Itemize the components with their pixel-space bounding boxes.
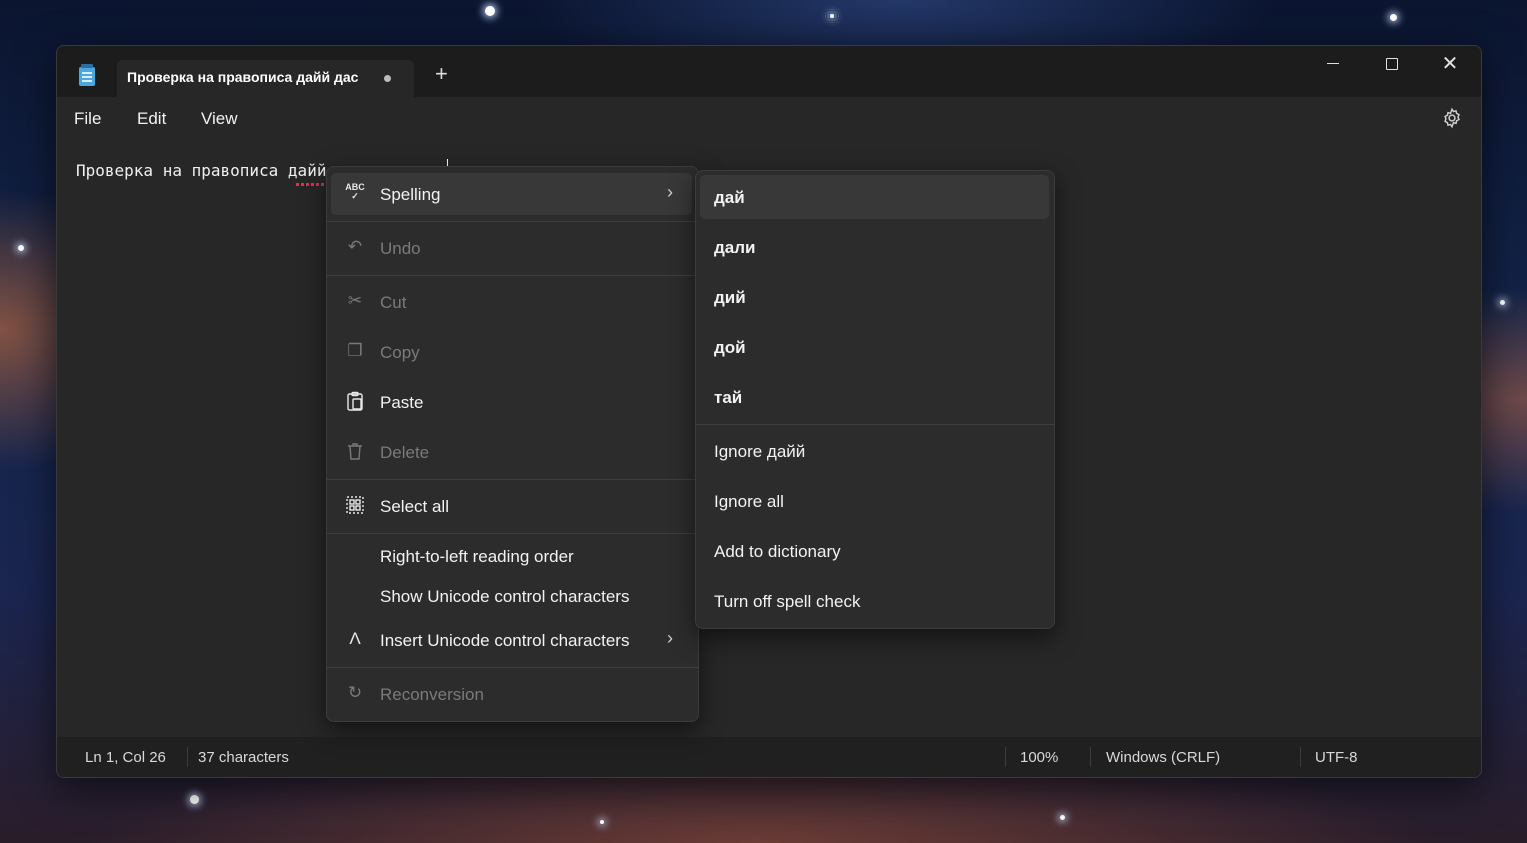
menu-item-show-unicode[interactable]: Show Unicode control characters <box>331 575 692 615</box>
suggestion-item[interactable]: тай <box>700 375 1049 419</box>
menu-label: Ignore all <box>714 492 784 511</box>
star <box>190 795 199 804</box>
trash-icon <box>348 443 362 460</box>
menu-label: Ignore дайй <box>714 442 806 461</box>
menu-file[interactable]: File <box>74 109 101 129</box>
star <box>1060 815 1065 820</box>
select-all-icon <box>346 496 364 514</box>
chevron-right-icon: › <box>667 182 673 202</box>
status-bar: Ln 1, Col 26 37 characters 100% Windows … <box>57 737 1481 777</box>
menu-separator <box>327 479 698 480</box>
title-bar: Проверка на правописа дайй дас + ✕ <box>57 46 1481 97</box>
menu-label: Undo <box>380 239 421 258</box>
menu-item-delete[interactable]: Delete <box>331 431 692 473</box>
menu-edit[interactable]: Edit <box>137 109 166 129</box>
menu-item-rtl-reading-order[interactable]: Right-to-left reading order <box>331 535 692 575</box>
star <box>600 820 604 824</box>
spelling-error-underline <box>296 183 328 186</box>
minimize-button[interactable] <box>1310 54 1356 80</box>
menu-item-paste[interactable]: Paste <box>331 381 692 423</box>
star <box>485 6 495 16</box>
suggestion-label: дай <box>714 188 745 207</box>
menu-label: Reconversion <box>380 685 484 704</box>
status-divider <box>1300 747 1301 767</box>
tab-document[interactable]: Проверка на правописа дайй дас <box>117 60 414 97</box>
star <box>1500 300 1505 305</box>
star <box>18 245 24 251</box>
ignore-word-item[interactable]: Ignore дайй <box>700 429 1049 473</box>
chevron-right-icon: › <box>667 628 673 648</box>
menu-item-insert-unicode[interactable]: Λ Insert Unicode control characters › <box>331 619 692 661</box>
status-characters: 37 characters <box>198 749 289 766</box>
menu-item-select-all[interactable]: Select all <box>331 485 692 527</box>
menu-bar: File Edit View <box>57 97 1481 137</box>
menu-label: Delete <box>380 443 430 462</box>
menu-separator <box>327 275 698 276</box>
status-encoding[interactable]: UTF-8 <box>1315 749 1358 766</box>
suggestion-item[interactable]: дай <box>700 175 1049 219</box>
caret-symbol-icon: Λ <box>349 629 361 648</box>
suggestion-label: тай <box>714 388 743 407</box>
spellcheck-icon-text: ABC <box>345 182 365 192</box>
menu-item-copy[interactable]: ❐ Copy <box>331 331 692 373</box>
status-divider <box>187 747 188 767</box>
suggestion-item[interactable]: дали <box>700 225 1049 269</box>
menu-item-reconversion[interactable]: ↻ Reconversion <box>331 673 692 715</box>
menu-label: Show Unicode control characters <box>380 587 630 606</box>
new-tab-button[interactable]: + <box>435 63 448 85</box>
notepad-app-icon <box>79 64 95 86</box>
suggestion-item[interactable]: дий <box>700 275 1049 319</box>
menu-label: Spelling <box>380 185 441 204</box>
reconversion-icon: ↻ <box>347 683 363 702</box>
menu-label: Select all <box>380 497 449 516</box>
clipboard-icon <box>347 391 363 411</box>
menu-label: Turn off spell check <box>714 592 861 611</box>
menu-separator <box>327 221 698 222</box>
turn-off-spell-check-item[interactable]: Turn off spell check <box>700 579 1049 623</box>
menu-label: Copy <box>380 343 420 362</box>
menu-item-cut[interactable]: ✂ Cut <box>331 281 692 323</box>
menu-label: Insert Unicode control characters <box>380 631 630 650</box>
context-menu: ABC ✓ Spelling › ↶ Undo ✂ Cut ❐ Copy Past… <box>326 166 699 722</box>
menu-label: Right-to-left reading order <box>380 547 574 566</box>
menu-label: Paste <box>380 393 424 412</box>
suggestion-item[interactable]: дой <box>700 325 1049 369</box>
unsaved-dot-icon[interactable] <box>384 75 391 82</box>
spelling-submenu: дай дали дий дой тай Ignore дайй Ignore … <box>695 170 1055 629</box>
menu-separator <box>327 533 698 534</box>
spellcheck-icon: ABC ✓ <box>345 182 365 201</box>
menu-view[interactable]: View <box>201 109 238 129</box>
status-zoom[interactable]: 100% <box>1020 749 1058 766</box>
maximize-button[interactable] <box>1368 54 1414 80</box>
status-divider <box>1090 747 1091 767</box>
star <box>1390 14 1397 21</box>
undo-icon: ↶ <box>347 237 363 256</box>
status-position: Ln 1, Col 26 <box>85 749 166 766</box>
close-button[interactable]: ✕ <box>1427 54 1473 80</box>
menu-label: Cut <box>380 293 407 312</box>
menu-separator <box>327 667 698 668</box>
status-divider <box>1005 747 1006 767</box>
ignore-all-item[interactable]: Ignore all <box>700 479 1049 523</box>
menu-label: Add to dictionary <box>714 542 841 561</box>
menu-item-undo[interactable]: ↶ Undo <box>331 227 692 269</box>
menu-item-spelling[interactable]: ABC ✓ Spelling › <box>331 173 692 215</box>
tab-title: Проверка на правописа дайй дас <box>127 69 359 85</box>
suggestion-label: дий <box>714 288 746 307</box>
copy-icon: ❐ <box>347 341 363 360</box>
menu-separator <box>696 424 1054 425</box>
status-line-ending[interactable]: Windows (CRLF) <box>1106 749 1220 766</box>
suggestion-label: дой <box>714 338 746 357</box>
star <box>830 14 834 18</box>
suggestion-label: дали <box>714 238 756 257</box>
scissors-icon: ✂ <box>347 291 363 310</box>
add-to-dictionary-item[interactable]: Add to dictionary <box>700 529 1049 573</box>
settings-gear-icon[interactable] <box>1441 107 1463 129</box>
